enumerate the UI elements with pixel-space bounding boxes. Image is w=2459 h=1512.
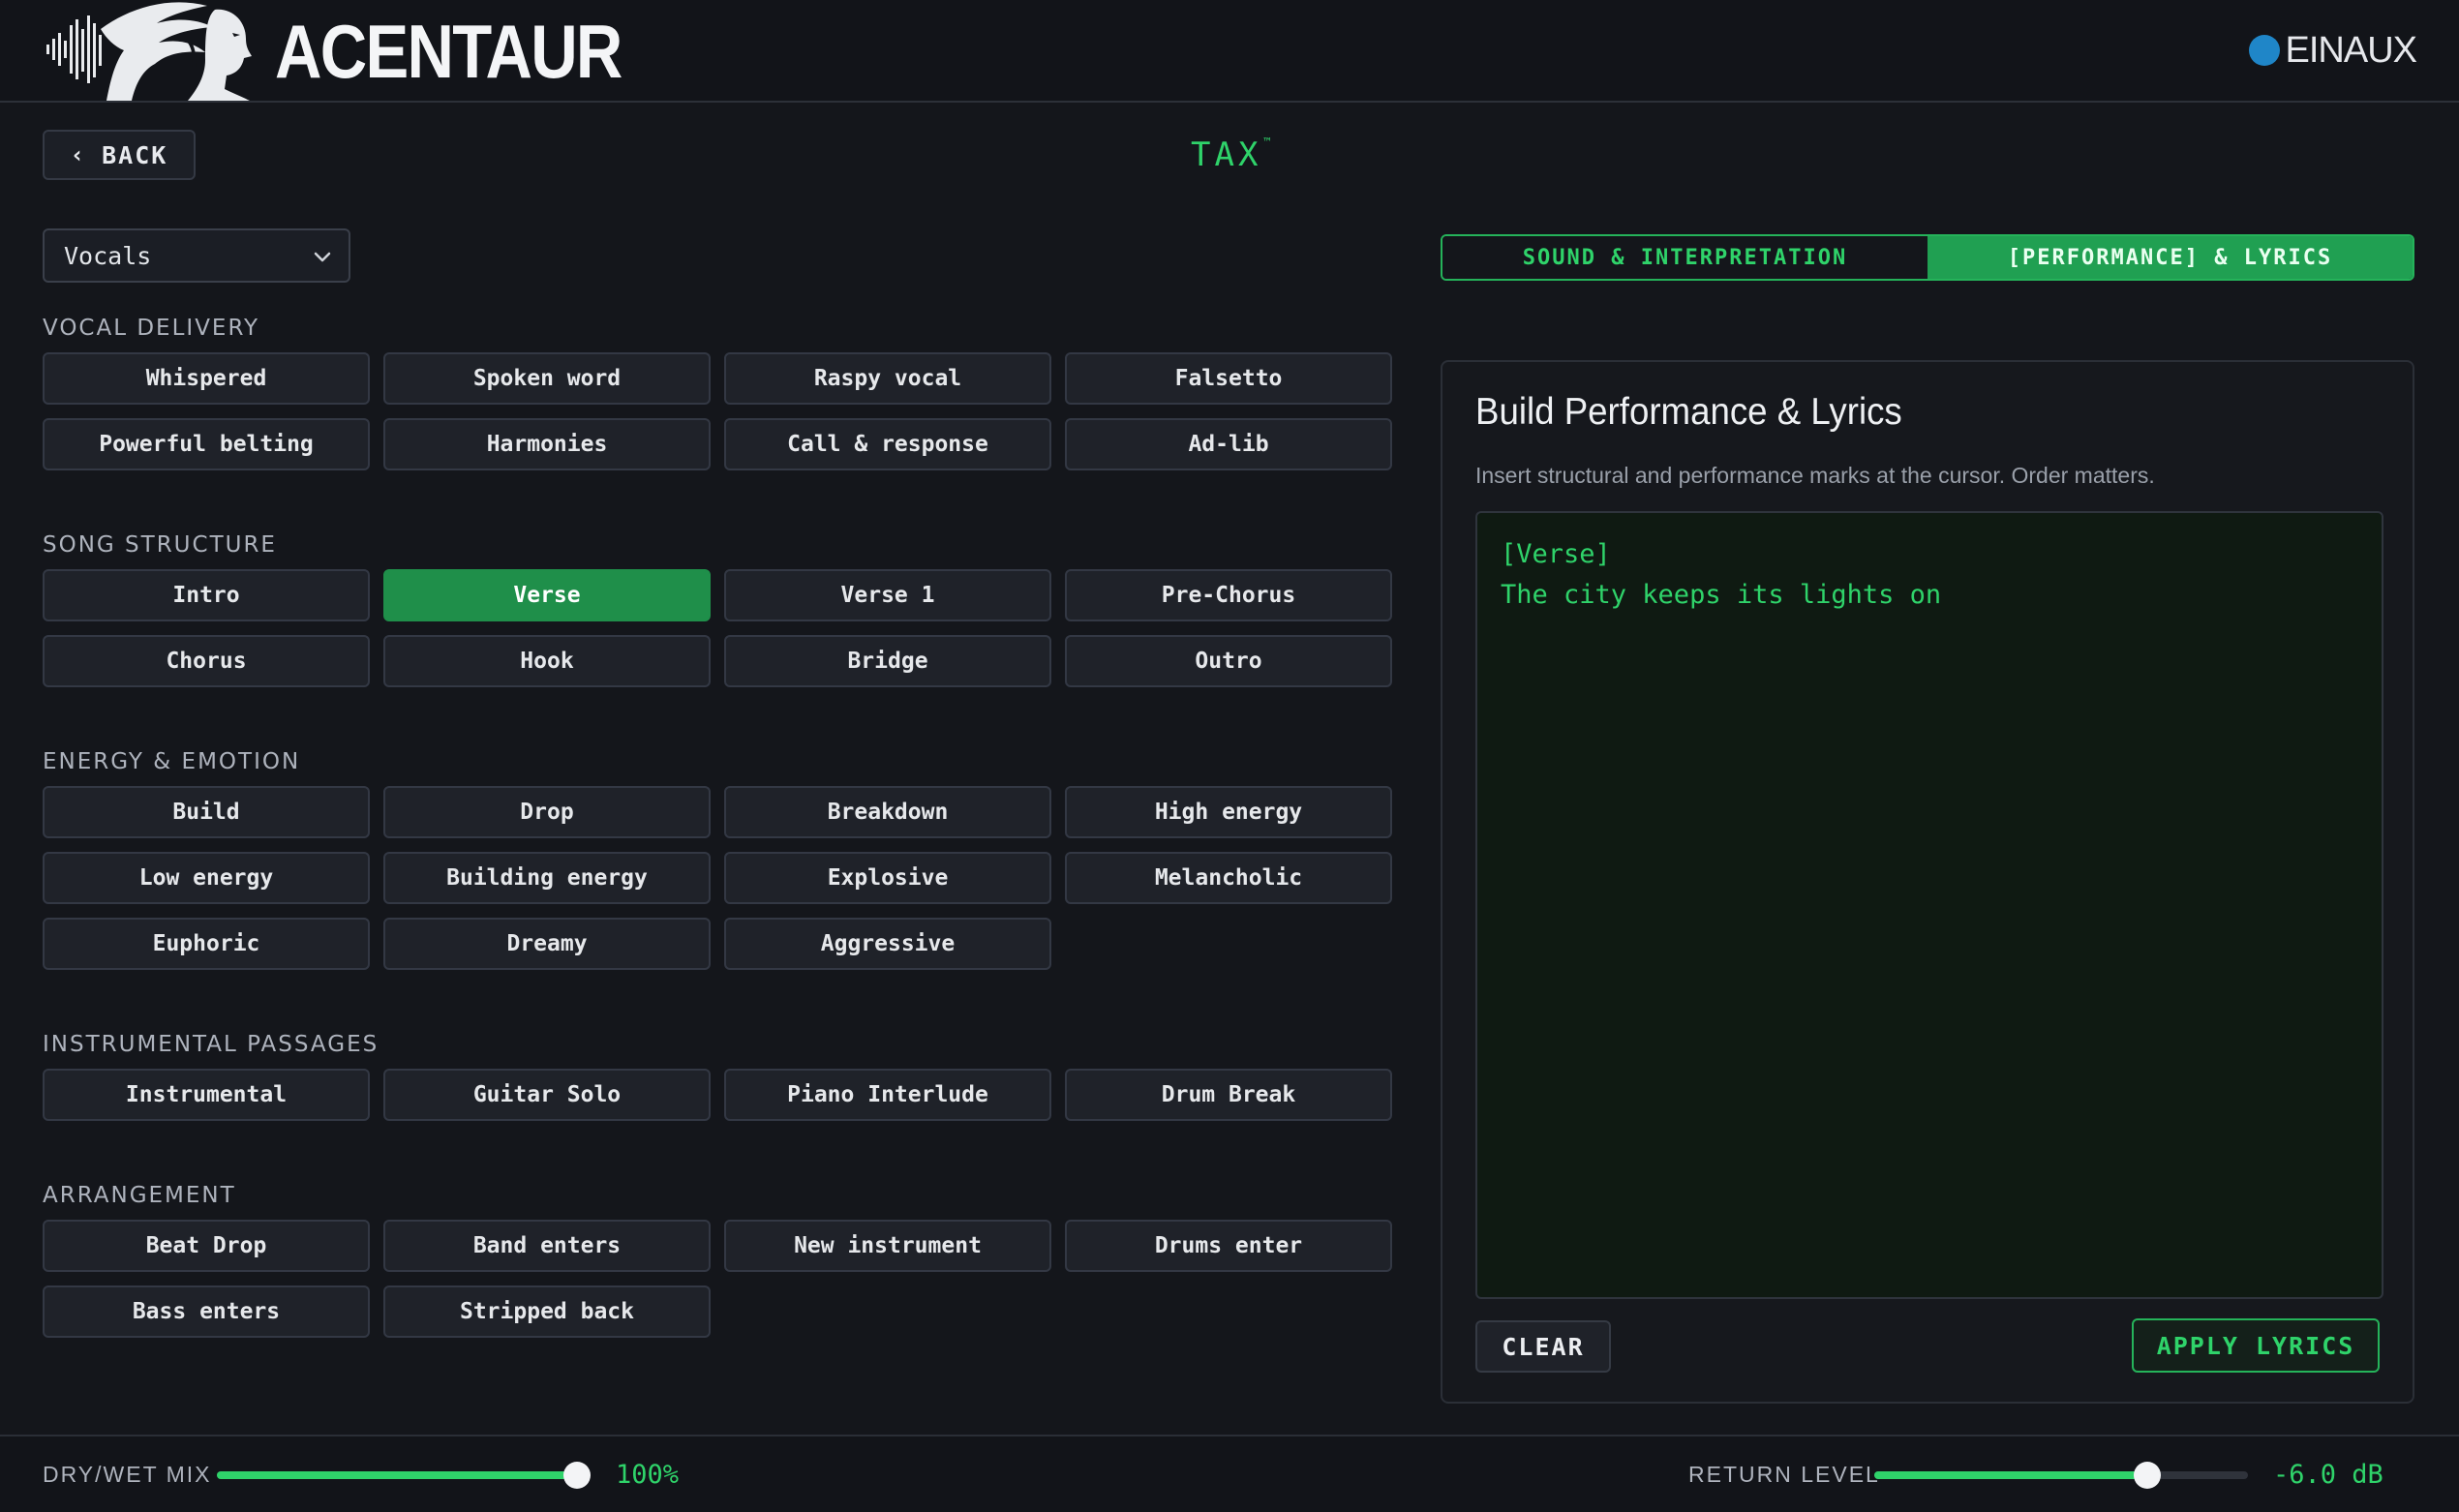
- tag-chip[interactable]: Low energy: [43, 852, 370, 904]
- category-select[interactable]: Vocals: [43, 228, 350, 283]
- drywet-slider-fill: [217, 1471, 577, 1479]
- tag-chip[interactable]: Instrumental: [43, 1069, 370, 1121]
- tag-grid: Instrumental Guitar Solo Piano Interlude Dr…: [43, 1069, 1394, 1121]
- tag-chip[interactable]: Whispered: [43, 352, 370, 405]
- tag-chip[interactable]: Drop: [383, 786, 711, 838]
- company-logo-icon: [2248, 35, 2280, 66]
- tag-grid: Beat Drop Band enters New instrument Drums …: [43, 1220, 1394, 1338]
- tag-chip[interactable]: Verse 1: [724, 569, 1051, 621]
- tag-chip[interactable]: Raspy vocal: [724, 352, 1051, 405]
- drywet-label: DRY/WET MIX: [43, 1462, 212, 1487]
- tag-chip[interactable]: Drum Break: [1065, 1069, 1392, 1121]
- page-title: TAX ™: [1191, 136, 1271, 174]
- tag-chip[interactable]: Falsetto: [1065, 352, 1392, 405]
- tag-chip[interactable]: Guitar Solo: [383, 1069, 711, 1121]
- tag-chip[interactable]: Verse: [383, 569, 711, 621]
- tab-performance-lyrics[interactable]: [PERFORMANCE] & LYRICS: [1928, 236, 2413, 279]
- return-level-slider[interactable]: [1874, 1462, 2248, 1489]
- mode-tabs: SOUND & INTERPRETATION [PERFORMANCE] & L…: [1441, 234, 2414, 281]
- page-title-text: TAX: [1191, 136, 1262, 174]
- tag-grid: Intro Verse Verse 1 Pre-Chorus Chorus Hook Bri…: [43, 569, 1394, 687]
- tag-chip[interactable]: New instrument: [724, 1220, 1051, 1272]
- return-level-value: -6.0 dB: [2273, 1460, 2383, 1490]
- section-label: ARRANGEMENT: [43, 1183, 236, 1208]
- tag-chip[interactable]: Building energy: [383, 852, 711, 904]
- tag-chip[interactable]: Harmonies: [383, 418, 711, 470]
- drywet-value: 100%: [616, 1460, 680, 1490]
- tag-chip[interactable]: Aggressive: [724, 918, 1051, 970]
- panel-title: Build Performance & Lyrics: [1475, 391, 1902, 433]
- tag-chip[interactable]: Intro: [43, 569, 370, 621]
- tag-chip[interactable]: Chorus: [43, 635, 370, 687]
- panel-subtitle: Insert structural and performance marks …: [1475, 463, 2155, 488]
- lyrics-builder-panel: Build Performance & Lyrics Insert struct…: [1441, 360, 2414, 1404]
- tag-chip[interactable]: Melancholic: [1065, 852, 1392, 904]
- tag-chip[interactable]: Stripped back: [383, 1285, 711, 1338]
- tag-chip[interactable]: Breakdown: [724, 786, 1051, 838]
- tag-chip[interactable]: Drums enter: [1065, 1220, 1392, 1272]
- return-level-label: RETURN LEVEL: [1688, 1462, 1880, 1487]
- tag-chip[interactable]: Hook: [383, 635, 711, 687]
- tag-chip[interactable]: Outro: [1065, 635, 1392, 687]
- lyrics-editor[interactable]: [Verse] The city keeps its lights on: [1475, 511, 2383, 1299]
- centaur-logo-icon: [46, 2, 252, 101]
- tag-chip[interactable]: Call & response: [724, 418, 1051, 470]
- chevron-down-icon: [314, 252, 331, 262]
- category-select-value: Vocals: [64, 241, 152, 270]
- tag-chip[interactable]: Ad-lib: [1065, 418, 1392, 470]
- company-name: EINAUX: [2285, 29, 2417, 71]
- drywet-slider-thumb[interactable]: [563, 1462, 591, 1489]
- section-label: INSTRUMENTAL PASSAGES: [43, 1032, 379, 1057]
- mix-footer: DRY/WET MIX 100% RETURN LEVEL -6.0 dB: [0, 1435, 2459, 1512]
- section-label: ENERGY & EMOTION: [43, 749, 301, 774]
- tag-chip[interactable]: Euphoric: [43, 918, 370, 970]
- company-badge: EINAUX: [2248, 29, 2417, 72]
- app-header: ACENTAUR EINAUX: [0, 0, 2459, 103]
- tag-grid: Whispered Spoken word Raspy vocal Falsetto P…: [43, 352, 1394, 470]
- tag-chip[interactable]: Dreamy: [383, 918, 711, 970]
- section-label: VOCAL DELIVERY: [43, 316, 260, 341]
- return-level-slider-thumb[interactable]: [2133, 1462, 2161, 1489]
- tag-chip[interactable]: Beat Drop: [43, 1220, 370, 1272]
- tag-chip[interactable]: High energy: [1065, 786, 1392, 838]
- app-brand-name: ACENTAUR: [275, 9, 622, 94]
- tag-chip[interactable]: Bridge: [724, 635, 1051, 687]
- tag-chip[interactable]: Build: [43, 786, 370, 838]
- tag-chip[interactable]: Spoken word: [383, 352, 711, 405]
- tag-chip[interactable]: Piano Interlude: [724, 1069, 1051, 1121]
- tag-chip[interactable]: Powerful belting: [43, 418, 370, 470]
- back-button-label: BACK: [102, 140, 168, 169]
- tab-sound-interpretation[interactable]: SOUND & INTERPRETATION: [1442, 236, 1928, 279]
- trademark-mark: ™: [1263, 136, 1271, 149]
- tag-chip[interactable]: Band enters: [383, 1220, 711, 1272]
- tag-chip[interactable]: Explosive: [724, 852, 1051, 904]
- tag-palette: Vocals VOCAL DELIVERY Whispered Spoken wor…: [43, 228, 1394, 1400]
- drywet-slider[interactable]: [217, 1462, 591, 1489]
- apply-lyrics-button[interactable]: APPLY LYRICS: [2132, 1318, 2380, 1373]
- tag-grid: Build Drop Breakdown High energy Low energy B…: [43, 786, 1394, 970]
- back-button[interactable]: ‹ BACK: [43, 130, 196, 180]
- return-level-slider-fill: [1874, 1471, 2147, 1479]
- clear-button[interactable]: CLEAR: [1475, 1320, 1611, 1373]
- tag-chip[interactable]: Pre-Chorus: [1065, 569, 1392, 621]
- chevron-left-icon: ‹: [70, 141, 87, 168]
- section-label: SONG STRUCTURE: [43, 532, 277, 558]
- tag-chip[interactable]: Bass enters: [43, 1285, 370, 1338]
